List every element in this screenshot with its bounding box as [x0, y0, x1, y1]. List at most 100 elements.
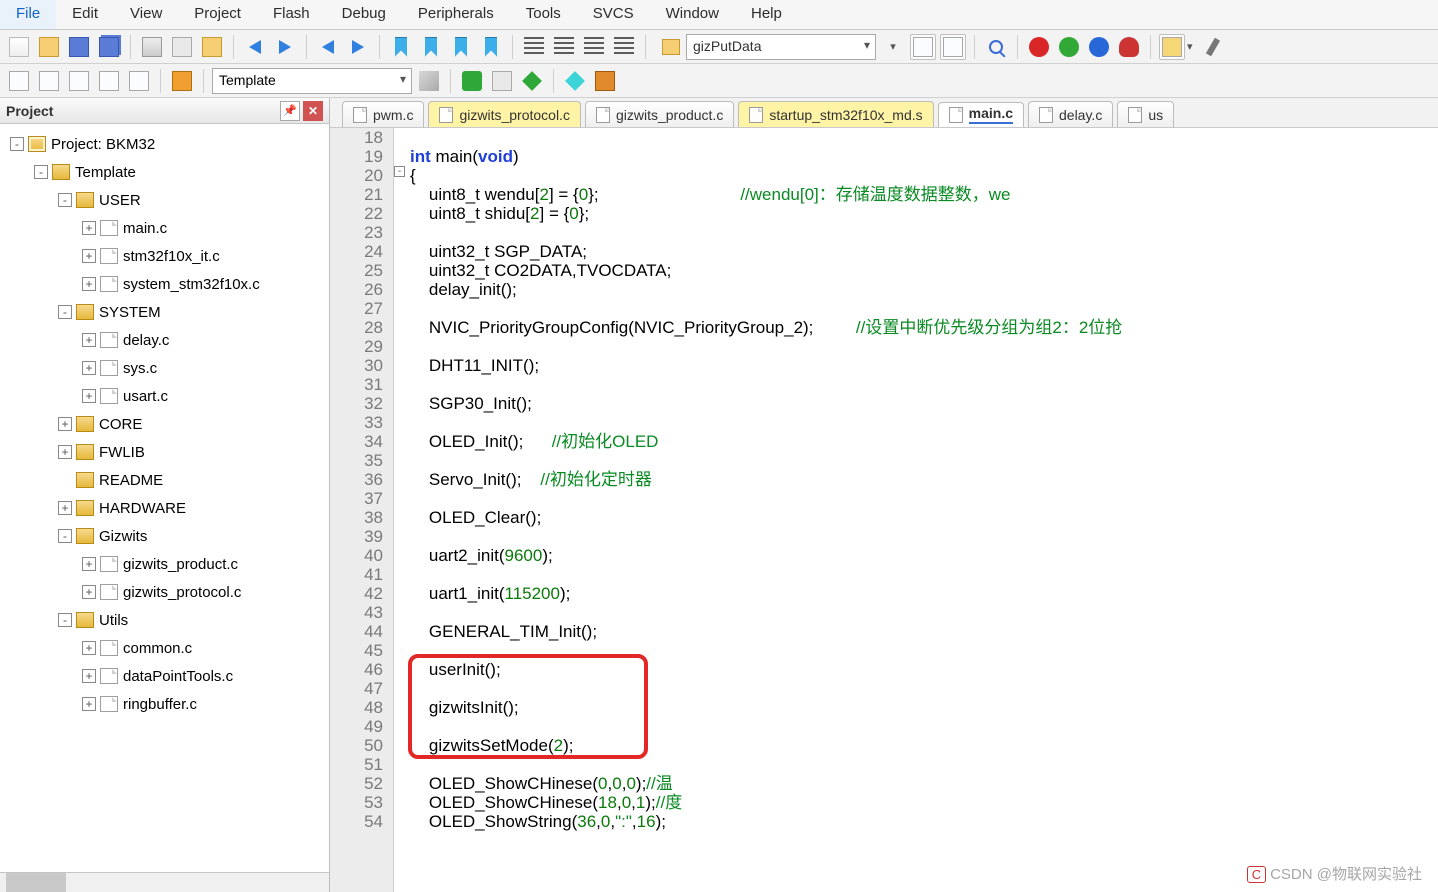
tree-item[interactable]: +ringbuffer.c — [2, 690, 327, 718]
nav-fwd-button[interactable] — [345, 34, 371, 60]
stop-build-button[interactable] — [126, 68, 152, 94]
target-options-button[interactable] — [416, 68, 442, 94]
menu-tools[interactable]: Tools — [510, 0, 577, 29]
collapse-icon[interactable]: - — [58, 305, 72, 319]
menu-edit[interactable]: Edit — [56, 0, 114, 29]
manage-components-button[interactable] — [459, 68, 485, 94]
undo-button[interactable] — [242, 34, 268, 60]
debug-start-button[interactable] — [983, 34, 1009, 60]
tree-item[interactable]: +sys.c — [2, 354, 327, 382]
expand-icon[interactable]: + — [82, 641, 96, 655]
fold-marker-icon[interactable]: - — [394, 166, 405, 177]
window-layout-button[interactable] — [1159, 34, 1185, 60]
bookmark-next-button[interactable] — [448, 34, 474, 60]
tree-item[interactable]: -Gizwits — [2, 522, 327, 550]
tree-item[interactable]: +HARDWARE — [2, 494, 327, 522]
collapse-icon[interactable]: - — [10, 137, 24, 151]
tree-item[interactable]: +usart.c — [2, 382, 327, 410]
indent-button[interactable] — [521, 34, 547, 60]
save-all-button[interactable] — [96, 34, 122, 60]
editor-tab[interactable]: pwm.c — [342, 101, 424, 127]
bookmark-clear-button[interactable] — [478, 34, 504, 60]
editor-tab[interactable]: gizwits_protocol.c — [428, 101, 581, 127]
tree-item[interactable]: +gizwits_protocol.c — [2, 578, 327, 606]
menu-help[interactable]: Help — [735, 0, 798, 29]
find-dropdown-button[interactable]: ▾ — [880, 34, 906, 60]
download-button[interactable] — [169, 68, 195, 94]
expand-icon[interactable]: + — [58, 501, 72, 515]
bookmark-toggle-button[interactable] — [388, 34, 414, 60]
uncomment-button[interactable] — [611, 34, 637, 60]
code-source[interactable]: int main(void){ uint8_t wendu[2] = {0}; … — [410, 128, 1438, 892]
find-in-files-button[interactable] — [910, 34, 936, 60]
breakpoint-insert-button[interactable] — [1026, 34, 1052, 60]
breakpoint-enable-button[interactable] — [1056, 34, 1082, 60]
collapse-icon[interactable]: - — [58, 193, 72, 207]
expand-icon[interactable]: + — [82, 221, 96, 235]
books-button[interactable] — [592, 68, 618, 94]
rebuild-button[interactable] — [66, 68, 92, 94]
tree-item[interactable]: -Project: BKM32 — [2, 130, 327, 158]
collapse-icon[interactable]: - — [58, 529, 72, 543]
tree-item[interactable]: +common.c — [2, 634, 327, 662]
outdent-button[interactable] — [551, 34, 577, 60]
expand-icon[interactable]: + — [82, 361, 96, 375]
menu-svcs[interactable]: SVCS — [577, 0, 650, 29]
new-file-button[interactable] — [6, 34, 32, 60]
expand-icon[interactable]: + — [82, 669, 96, 683]
redo-button[interactable] — [272, 34, 298, 60]
tree-item[interactable]: +stm32f10x_it.c — [2, 242, 327, 270]
cut-button[interactable] — [139, 34, 165, 60]
tree-item[interactable]: +delay.c — [2, 326, 327, 354]
tree-item[interactable]: +dataPointTools.c — [2, 662, 327, 690]
tree-item[interactable]: +system_stm32f10x.c — [2, 270, 327, 298]
editor-tab[interactable]: us — [1117, 101, 1174, 127]
save-button[interactable] — [66, 34, 92, 60]
expand-icon[interactable]: + — [82, 389, 96, 403]
build-button[interactable] — [36, 68, 62, 94]
target-combo[interactable]: Template — [212, 68, 412, 94]
pack-installer-button[interactable] — [562, 68, 588, 94]
expand-icon[interactable]: + — [82, 249, 96, 263]
bookmark-prev-button[interactable] — [418, 34, 444, 60]
comment-button[interactable] — [581, 34, 607, 60]
code-editor[interactable]: 1819202122232425262728293031323334353637… — [330, 128, 1438, 892]
configure-button[interactable] — [1197, 34, 1223, 60]
editor-tab[interactable]: delay.c — [1028, 101, 1113, 127]
find-combo[interactable]: gizPutData — [686, 34, 876, 60]
tree-item[interactable]: +gizwits_product.c — [2, 550, 327, 578]
expand-icon[interactable]: + — [58, 445, 72, 459]
project-hscroll[interactable] — [0, 872, 329, 892]
pin-icon[interactable]: 📌 — [280, 101, 300, 121]
translate-button[interactable] — [6, 68, 32, 94]
tree-item[interactable]: README — [2, 466, 327, 494]
tree-item[interactable]: +FWLIB — [2, 438, 327, 466]
select-packs-button[interactable] — [489, 68, 515, 94]
tree-item[interactable]: -Template — [2, 158, 327, 186]
editor-tab[interactable]: gizwits_product.c — [585, 101, 734, 127]
expand-icon[interactable]: + — [82, 333, 96, 347]
menu-window[interactable]: Window — [650, 0, 735, 29]
tree-item[interactable]: -USER — [2, 186, 327, 214]
expand-icon[interactable]: + — [58, 417, 72, 431]
editor-tab[interactable]: startup_stm32f10x_md.s — [738, 101, 933, 127]
expand-icon[interactable]: + — [82, 277, 96, 291]
expand-icon[interactable]: + — [82, 557, 96, 571]
menu-file[interactable]: File — [0, 0, 56, 29]
menu-debug[interactable]: Debug — [326, 0, 402, 29]
project-tree[interactable]: -Project: BKM32-Template-USER+main.c+stm… — [0, 124, 329, 872]
open-button[interactable] — [36, 34, 62, 60]
collapse-icon[interactable]: - — [34, 165, 48, 179]
editor-tab[interactable]: main.c — [938, 102, 1024, 128]
manage-rtos-button[interactable] — [519, 68, 545, 94]
breakpoint-disable-button[interactable] — [1086, 34, 1112, 60]
tree-item[interactable]: -SYSTEM — [2, 298, 327, 326]
nav-back-button[interactable] — [315, 34, 341, 60]
batch-build-button[interactable] — [96, 68, 122, 94]
breakpoint-kill-button[interactable] — [1116, 34, 1142, 60]
copy-button[interactable] — [169, 34, 195, 60]
menu-view[interactable]: View — [114, 0, 178, 29]
tree-item[interactable]: +CORE — [2, 410, 327, 438]
expand-icon[interactable]: + — [82, 585, 96, 599]
collapse-icon[interactable]: - — [58, 613, 72, 627]
